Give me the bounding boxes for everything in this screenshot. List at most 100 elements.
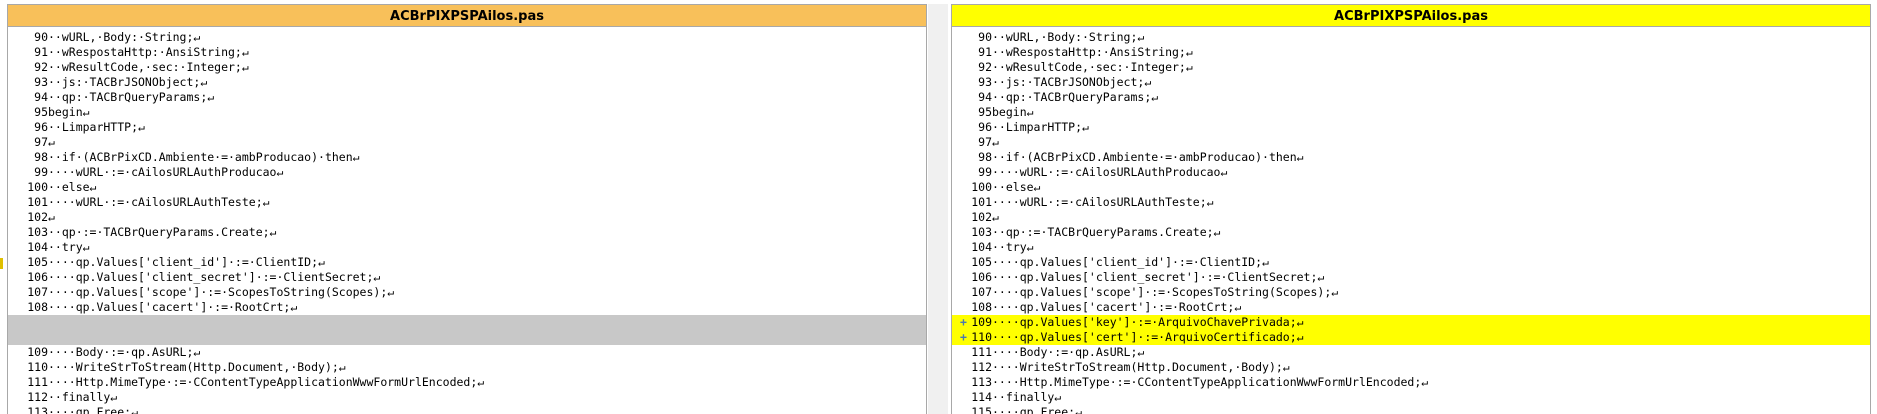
line-number: 110 (971, 330, 992, 344)
code-line[interactable]: 100 ··else↵ (952, 180, 1870, 195)
code-line[interactable]: 106 ····qp.Values['client_secret']·:=·Cli… (952, 270, 1870, 285)
line-number: 103 (27, 225, 48, 239)
code-line[interactable]: 90 ··wURL,·Body:·String;↵ (952, 30, 1870, 45)
line-text: ··else↵ (48, 180, 97, 194)
code-line[interactable]: 100 ··else↵ (8, 180, 926, 195)
code-line[interactable]: 111 ····Body·:=·qp.AsURL;↵ (952, 345, 1870, 360)
code-line[interactable]: 95 begin↵ (8, 105, 926, 120)
code-line-added[interactable]: +109 ····qp.Values['key']·:=·ArquivoChave… (952, 315, 1870, 330)
code-line[interactable]: 92 ··wResultCode,·sec:·Integer;↵ (952, 60, 1870, 75)
code-line[interactable]: 92 ··wResultCode,·sec:·Integer;↵ (8, 60, 926, 75)
code-line[interactable]: 97 ↵ (8, 135, 926, 150)
line-text: ····qp.Values['client_id']·:=·ClientID;↵ (992, 255, 1269, 269)
left-file-title: ACBrPIXPSPAilos.pas (8, 4, 926, 27)
code-line[interactable]: 112 ··finally↵ (8, 390, 926, 405)
code-line[interactable]: 104 ··try↵ (8, 240, 926, 255)
line-text: ····qp.Free;↵ (48, 405, 139, 414)
line-text: ····qp.Free;↵ (992, 405, 1083, 414)
line-number: 101 (971, 195, 992, 209)
line-text: ····wURL·:=·cAilosURLAuthTeste;↵ (992, 195, 1214, 209)
line-text: ····qp.Values['cacert']·:=·RootCrt;↵ (48, 300, 298, 314)
code-line[interactable]: 103 ··qp·:=·TACBrQueryParams.Create;↵ (8, 225, 926, 240)
code-line[interactable]: 102 ↵ (8, 210, 926, 225)
line-number: 95 (34, 105, 48, 119)
code-line[interactable]: 93 ··js:·TACBrJSONObject;↵ (952, 75, 1870, 90)
code-line[interactable]: 101 ····wURL·:=·cAilosURLAuthTeste;↵ (952, 195, 1870, 210)
code-line[interactable]: 95 begin↵ (952, 105, 1870, 120)
code-line[interactable]: 112 ····WriteStrToStream(Http.Document,·B… (952, 360, 1870, 375)
code-line[interactable]: 96 ··LimparHTTP;↵ (8, 120, 926, 135)
line-number: 112 (971, 360, 992, 374)
code-line[interactable]: 91 ··wRespostaHttp:·AnsiString;↵ (952, 45, 1870, 60)
line-text: ····wURL·:=·cAilosURLAuthProducao↵ (992, 165, 1228, 179)
code-line[interactable]: 111 ····Http.MimeType·:=·CContentTypeAppl… (8, 375, 926, 390)
line-text: ····WriteStrToStream(Http.Document,·Body… (48, 360, 346, 374)
code-line[interactable]: 107 ····qp.Values['scope']·:=·ScopesToStr… (8, 285, 926, 300)
code-line[interactable]: 110 ····WriteStrToStream(Http.Document,·B… (8, 360, 926, 375)
line-number: 113 (971, 375, 992, 389)
line-number: 115 (971, 405, 992, 414)
line-text: ··qp·:=·TACBrQueryParams.Create;↵ (992, 225, 1221, 239)
code-line[interactable]: 90 ··wURL,·Body:·String;↵ (8, 30, 926, 45)
diff-gap-placeholder (8, 315, 926, 345)
code-line[interactable]: 99 ····wURL·:=·cAilosURLAuthProducao↵ (8, 165, 926, 180)
code-line[interactable]: 98 ··if·(ACBrPixCD.Ambiente·=·ambProducao… (952, 150, 1870, 165)
line-text: ··LimparHTTP;↵ (48, 120, 145, 134)
code-line[interactable]: 96 ··LimparHTTP;↵ (952, 120, 1870, 135)
code-line[interactable]: 105 ····qp.Values['client_id']·:=·ClientI… (952, 255, 1870, 270)
line-text: ··wResultCode,·sec:·Integer;↵ (48, 60, 249, 74)
right-code-view[interactable]: 90 ··wURL,·Body:·String;↵ 91 ··wRespostaHtt… (952, 30, 1870, 414)
line-number: 106 (27, 270, 48, 284)
left-file-pane[interactable]: ACBrPIXPSPAilos.pas 90 ··wURL,·Body:·Stri… (7, 4, 927, 414)
left-code-view[interactable]: 90 ··wURL,·Body:·String;↵ 91 ··wRespostaHtt… (8, 30, 926, 414)
line-text: ··qp·:=·TACBrQueryParams.Create;↵ (48, 225, 277, 239)
code-line[interactable]: 91 ··wRespostaHttp:·AnsiString;↵ (8, 45, 926, 60)
code-line[interactable]: 113 ····Http.MimeType·:=·CContentTypeAppl… (952, 375, 1870, 390)
line-text: ··if·(ACBrPixCD.Ambiente·=·ambProducao)·… (992, 150, 1304, 164)
code-line[interactable]: 108 ····qp.Values['cacert']·:=·RootCrt;↵ (8, 300, 926, 315)
code-line[interactable]: 113 ····qp.Free;↵ (8, 405, 926, 414)
line-text: ··else↵ (992, 180, 1041, 194)
code-line[interactable]: 94 ··qp:·TACBrQueryParams;↵ (8, 90, 926, 105)
line-number: 100 (27, 180, 48, 194)
line-text: ··wRespostaHttp:·AnsiString;↵ (48, 45, 249, 59)
line-number: 102 (971, 210, 992, 224)
line-number: 112 (27, 390, 48, 404)
code-line[interactable]: 104 ··try↵ (952, 240, 1870, 255)
code-line[interactable]: 99 ····wURL·:=·cAilosURLAuthProducao↵ (952, 165, 1870, 180)
line-text: ····qp.Values['scope']·:=·ScopesToString… (992, 285, 1339, 299)
line-text: ····Body·:=·qp.AsURL;↵ (992, 345, 1145, 359)
line-text: begin↵ (48, 105, 90, 119)
line-text: ↵ (992, 135, 999, 149)
line-number: 105 (27, 255, 48, 269)
right-file-pane[interactable]: ACBrPIXPSPAilos.pas 90 ··wURL,·Body:·Stri… (951, 4, 1871, 414)
code-line[interactable]: 107 ····qp.Values['scope']·:=·ScopesToStr… (952, 285, 1870, 300)
line-number: 100 (971, 180, 992, 194)
line-number: 91 (34, 45, 48, 59)
code-line[interactable]: 109 ····Body·:=·qp.AsURL;↵ (8, 345, 926, 360)
code-line[interactable]: 101 ····wURL·:=·cAilosURLAuthTeste;↵ (8, 195, 926, 210)
line-text: ····qp.Values['scope']·:=·ScopesToString… (48, 285, 395, 299)
line-number: 111 (27, 375, 48, 389)
line-text: ··js:·TACBrJSONObject;↵ (992, 75, 1152, 89)
code-line-added[interactable]: +110 ····qp.Values['cert']·:=·ArquivoCert… (952, 330, 1870, 345)
right-file-title: ACBrPIXPSPAilos.pas (952, 4, 1870, 27)
code-line[interactable]: 103 ··qp·:=·TACBrQueryParams.Create;↵ (952, 225, 1870, 240)
line-number: 95 (978, 105, 992, 119)
code-line[interactable]: 108 ····qp.Values['cacert']·:=·RootCrt;↵ (952, 300, 1870, 315)
line-number: 107 (27, 285, 48, 299)
code-line[interactable]: 94 ··qp:·TACBrQueryParams;↵ (952, 90, 1870, 105)
code-line[interactable]: 105 ····qp.Values['client_id']·:=·ClientI… (8, 255, 926, 270)
code-line[interactable]: 115 ····qp.Free;↵ (952, 405, 1870, 414)
code-line[interactable]: 106 ····qp.Values['client_secret']·:=·Cli… (8, 270, 926, 285)
pane-divider[interactable] (928, 4, 948, 414)
code-line[interactable]: 98 ··if·(ACBrPixCD.Ambiente·=·ambProducao… (8, 150, 926, 165)
line-number: 99 (34, 165, 48, 179)
code-line[interactable]: 102 ↵ (952, 210, 1870, 225)
line-text: ··finally↵ (48, 390, 118, 404)
code-line[interactable]: 114 ··finally↵ (952, 390, 1870, 405)
line-number: 109 (27, 345, 48, 359)
line-number: 108 (27, 300, 48, 314)
code-line[interactable]: 93 ··js:·TACBrJSONObject;↵ (8, 75, 926, 90)
code-line[interactable]: 97 ↵ (952, 135, 1870, 150)
